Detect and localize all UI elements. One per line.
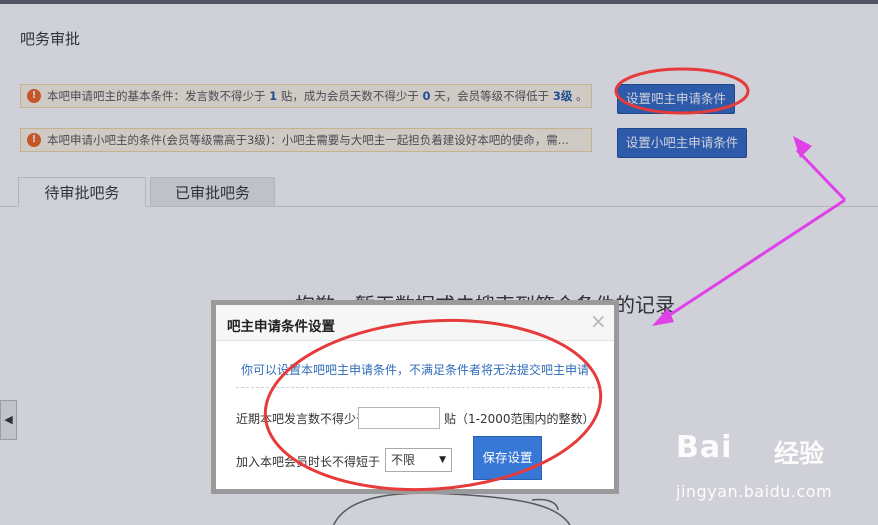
save-button[interactable]: 保存设置 <box>473 436 542 480</box>
post-count-input[interactable] <box>358 407 440 429</box>
baidu-jingyan-watermark: Bai 经验 jingyan.baidu.com <box>676 430 876 520</box>
dialog-hint: 你可以设置本吧吧主申请条件，不满足条件者将无法提交吧主申请 <box>241 363 590 377</box>
watermark-logo-cn: 经验 <box>774 439 825 468</box>
watermark-logo: Bai <box>676 430 733 465</box>
dialog-header: 吧主申请条件设置 × <box>216 305 614 341</box>
membership-duration-value: 不限 <box>391 453 416 467</box>
divider <box>236 387 600 388</box>
dialog-title: 吧主申请条件设置 <box>227 319 335 335</box>
post-count-suffix: 贴（1-2000范围内的整数） <box>444 412 595 426</box>
chevron-down-icon: ▼ <box>439 455 446 465</box>
membership-duration-label: 加入本吧会员时长不得短于 <box>236 455 381 469</box>
membership-duration-select[interactable]: 不限 ▼ <box>385 448 452 472</box>
owner-conditions-dialog: 吧主申请条件设置 × 你可以设置本吧吧主申请条件，不满足条件者将无法提交吧主申请… <box>211 300 619 494</box>
post-count-label: 近期本吧发言数不得少于 <box>236 412 369 426</box>
watermark-url: jingyan.baidu.com <box>676 482 833 501</box>
close-icon[interactable]: × <box>590 311 607 331</box>
